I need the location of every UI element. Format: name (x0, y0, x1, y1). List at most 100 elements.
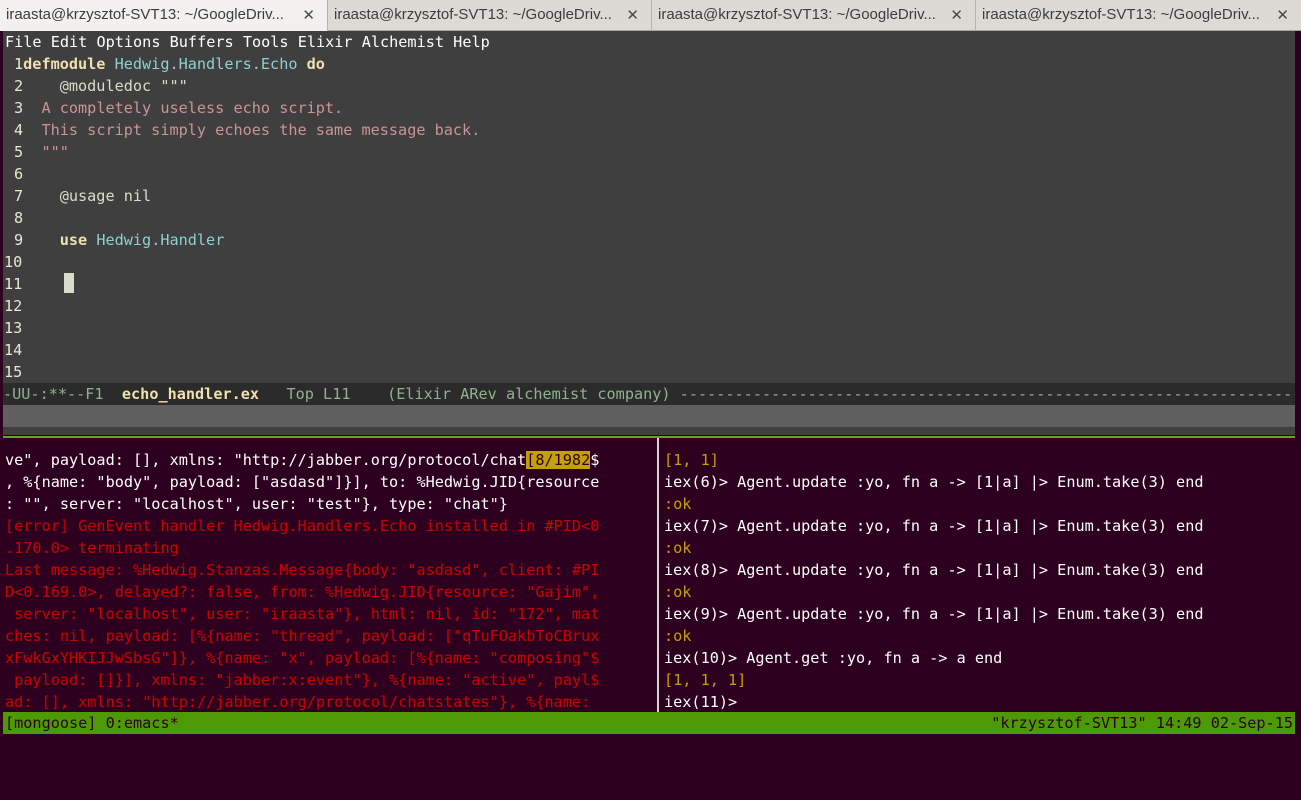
iex-current-prompt[interactable]: iex(11)> (664, 691, 737, 713)
code-text: @moduledoc """ (59, 77, 188, 95)
error-line: server: "localhost", user: "iraasta"}, h… (5, 605, 600, 623)
iex-prompt-line: iex(7)> Agent.update :yo, fn a -> [1|a] … (664, 517, 1204, 535)
keyword: use (59, 231, 88, 249)
iex-prompt-line: iex(10)> Agent.get :yo, fn a -> a end (664, 649, 1003, 667)
iex-output: [1, 1, 1] (664, 671, 747, 689)
keyword: do (306, 55, 325, 73)
code-line[interactable]: 4 This script simply echoes the same mes… (14, 119, 480, 141)
tmux-host-clock: "krzysztof-SVT13" 14:49 02-Sep-15 (991, 714, 1293, 732)
emacs-echo-area[interactable] (3, 405, 1295, 427)
close-icon[interactable]: ✕ (626, 6, 639, 24)
line-number: 1 (14, 55, 24, 73)
line-number: 9 (14, 231, 24, 249)
menu-options[interactable]: Options (96, 33, 160, 51)
tab-title: iraasta@krzysztof-SVT13: ~/GoogleDriv... (334, 6, 612, 23)
emacs-modeline[interactable]: -UU-:**--F1 echo_handler.ex Top L11 (Eli… (3, 383, 1295, 405)
iex-prompt-line: iex(9)> Agent.update :yo, fn a -> [1|a] … (664, 605, 1204, 623)
tmux-pane-border-vertical[interactable] (657, 438, 659, 713)
line-number: 7 (14, 187, 24, 205)
line-number: 4 (14, 121, 24, 139)
terminal-area[interactable]: File Edit Options Buffers Tools Elixir A… (0, 31, 1301, 744)
major-minor-modes[interactable]: (Elixir ARev alchemist company) (387, 385, 670, 403)
code-line[interactable]: 6 (14, 163, 23, 185)
line-number: 11 (4, 275, 23, 293)
line-number: 14 (4, 341, 23, 359)
terminal-tab-4[interactable]: iraasta@krzysztof-SVT13: ~/GoogleDriv...… (976, 0, 1301, 31)
iex-output: :ok (664, 495, 692, 513)
iex-prompt-line: iex(6)> Agent.update :yo, fn a -> [1|a] … (664, 473, 1204, 491)
module-name: Hedwig.Handler (96, 231, 225, 249)
tmux-pane-iex[interactable]: [1, 1] iex(6)> Agent.update :yo, fn a ->… (662, 438, 1295, 713)
line-number: 5 (14, 143, 24, 161)
keyword: defmodule (23, 55, 106, 73)
log-line: ve", payload: [], xmlns: "http://jabber.… (5, 451, 600, 469)
line-number: 12 (4, 297, 23, 315)
code-line[interactable]: 2 @moduledoc """ (14, 75, 188, 97)
error-line: ad: [], xmlns: "http://jabber.org/protoc… (5, 693, 591, 711)
iex-output: :ok (664, 539, 692, 557)
doc-text: """ (41, 143, 69, 161)
close-icon[interactable]: ✕ (1276, 6, 1289, 24)
tmux-session-window[interactable]: [mongoose] 0:emacs* (5, 712, 179, 734)
code-line[interactable]: 10 (4, 251, 22, 273)
emacs-menubar: File Edit Options Buffers Tools Elixir A… (5, 31, 490, 53)
close-icon[interactable]: ✕ (950, 6, 963, 24)
log-line: , %{name: "body", payload: ["asdasd"]}],… (5, 473, 600, 491)
terminal-tab-2[interactable]: iraasta@krzysztof-SVT13: ~/GoogleDriv...… (328, 0, 652, 31)
error-line: Last message: %Hedwig.Stanzas.Message{bo… (5, 561, 600, 579)
buffer-name[interactable]: echo_handler.ex (122, 385, 259, 403)
tmux-status-bar: [mongoose] 0:emacs* "krzysztof-SVT13" 14… (3, 712, 1295, 734)
code-line[interactable]: 7 @usage nil (14, 185, 151, 207)
menu-tools[interactable]: Tools (243, 33, 289, 51)
menu-edit[interactable]: Edit (51, 33, 88, 51)
line-number: 13 (4, 319, 23, 337)
menu-alchemist[interactable]: Alchemist (362, 33, 444, 51)
code-line[interactable]: 3 A completely useless echo script. (14, 97, 343, 119)
log-line: : "", server: "localhost", user: "test"}… (5, 495, 508, 513)
tab-title: iraasta@krzysztof-SVT13: ~/GoogleDriv... (6, 6, 284, 23)
line-number: 3 (14, 99, 24, 117)
code-line[interactable]: 11 (4, 273, 22, 295)
terminal-tab-bar: iraasta@krzysztof-SVT13: ~/GoogleDriv...… (0, 0, 1301, 31)
tab-title: iraasta@krzysztof-SVT13: ~/GoogleDriv... (982, 6, 1260, 23)
buffer-position: Top L11 (286, 385, 351, 403)
code-line[interactable]: 15 (4, 361, 22, 383)
terminal-tab-3[interactable]: iraasta@krzysztof-SVT13: ~/GoogleDriv...… (652, 0, 976, 31)
line-number: 8 (14, 209, 24, 227)
menu-elixir[interactable]: Elixir (298, 33, 353, 51)
code-line[interactable]: 13 (4, 317, 22, 339)
modeline-fill: ----------------------------------------… (679, 385, 1295, 403)
modeline-prefix: -UU-:**--F1 (3, 385, 104, 403)
code-line[interactable]: 5 """ (14, 141, 69, 163)
line-number: 10 (4, 253, 23, 271)
tab-title: iraasta@krzysztof-SVT13: ~/GoogleDriv... (658, 6, 936, 23)
doc-text: This script simply echoes the same messa… (41, 121, 481, 139)
terminal-tab-1[interactable]: iraasta@krzysztof-SVT13: ~/GoogleDriv...… (0, 0, 328, 31)
error-line: ches: nil, payload: [%{name: "thread", p… (5, 627, 600, 645)
iex-prompt-line: iex(8)> Agent.update :yo, fn a -> [1|a] … (664, 561, 1204, 579)
code-line[interactable]: 1defmodule Hedwig.Handlers.Echo do (14, 53, 325, 75)
error-line: xFwkGxYHKIJJwSbsG"]}, %{name: "x", paylo… (5, 649, 600, 667)
code-line[interactable]: 8 (14, 207, 23, 229)
emacs-frame[interactable]: File Edit Options Buffers Tools Elixir A… (3, 31, 1295, 435)
code-text: @usage nil (59, 187, 152, 205)
menu-help[interactable]: Help (453, 33, 490, 51)
iex-output: :ok (664, 583, 692, 601)
code-line[interactable]: 14 (4, 339, 22, 361)
error-line: payload: []}], xmlns: "jabber:x:event"},… (5, 671, 600, 689)
scroll-position-indicator: [8/1982 (526, 451, 591, 469)
line-number: 6 (14, 165, 24, 183)
close-icon[interactable]: ✕ (302, 6, 315, 24)
module-name: Hedwig.Handlers.Echo (114, 55, 298, 73)
code-line[interactable]: 12 (4, 295, 22, 317)
line-number: 15 (4, 363, 23, 381)
menu-buffers[interactable]: Buffers (170, 33, 234, 51)
error-line: D<0.169.0>, delayed?: false, from: %Hedw… (5, 583, 600, 601)
menu-file[interactable]: File (5, 33, 42, 51)
tmux-pane-log[interactable]: ve", payload: [], xmlns: "http://jabber.… (3, 438, 657, 713)
doc-text: A completely useless echo script. (41, 99, 344, 117)
code-line[interactable]: 9 use Hedwig.Handler (14, 229, 224, 251)
error-line: .170.0> terminating (5, 539, 179, 557)
iex-output: [1, 1] (664, 451, 719, 469)
iex-output: :ok (664, 627, 692, 645)
